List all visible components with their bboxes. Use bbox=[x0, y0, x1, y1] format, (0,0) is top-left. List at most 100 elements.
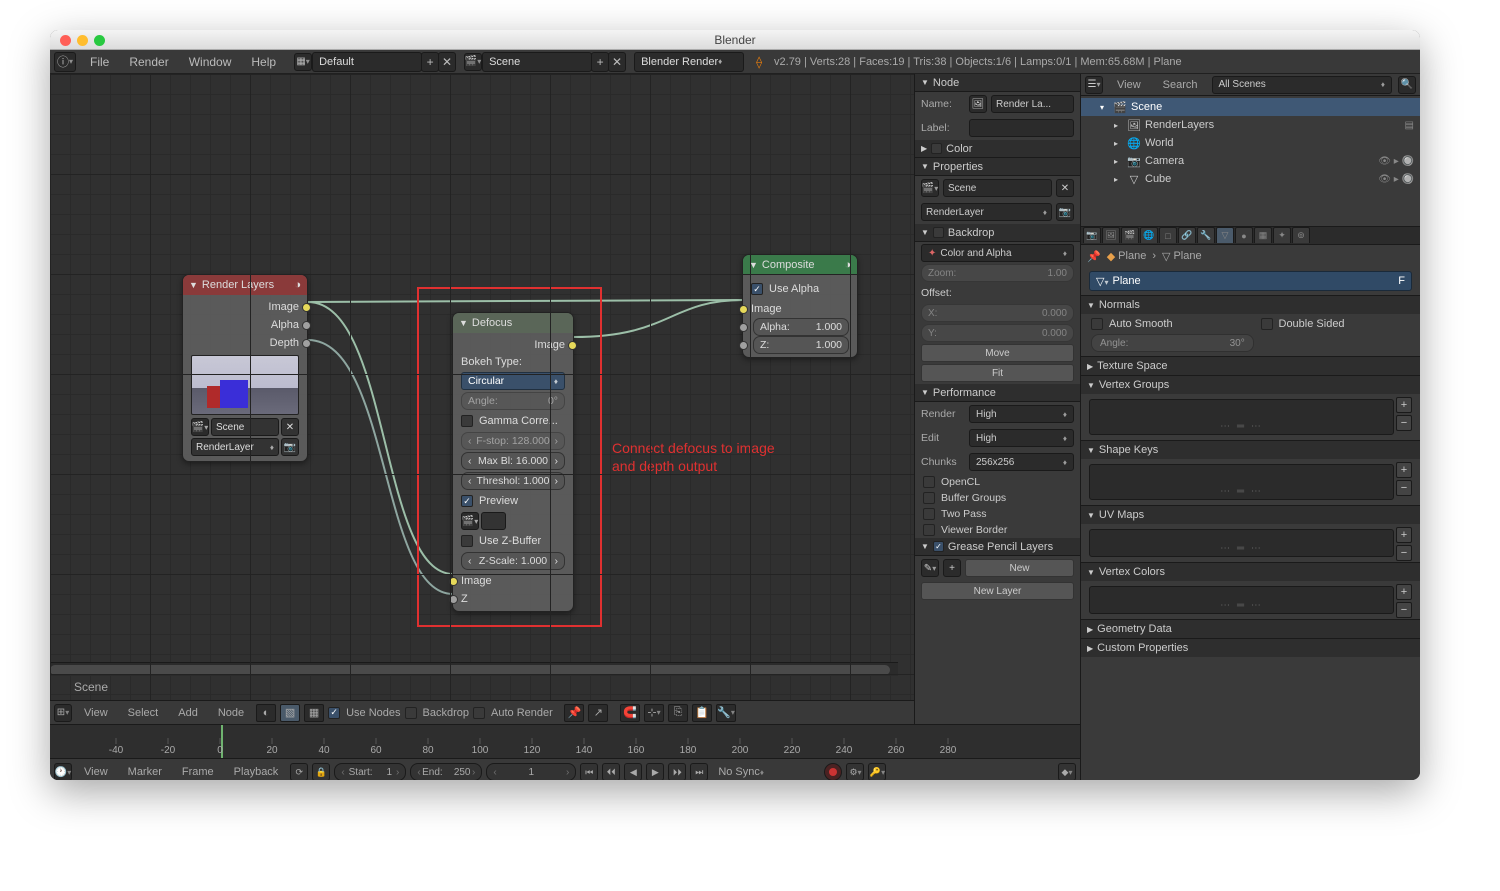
section-custom-properties[interactable]: ▶Custom Properties bbox=[1081, 639, 1420, 657]
section-geometry-data[interactable]: ▶Geometry Data bbox=[1081, 620, 1420, 638]
buffer-groups-checkbox[interactable]: Buffer Groups bbox=[915, 490, 1080, 506]
section-header[interactable]: Grease Pencil Layers bbox=[948, 541, 1053, 553]
socket-in-image[interactable]: Image bbox=[461, 572, 565, 590]
socket-out-image[interactable]: Image bbox=[461, 336, 565, 354]
remove-button[interactable]: − bbox=[1396, 415, 1412, 431]
tree-type-compositor-icon[interactable]: ▧ bbox=[280, 704, 300, 722]
tab-particles[interactable]: ✦ bbox=[1273, 227, 1291, 243]
tab-render-layers[interactable]: 🖼 bbox=[1102, 227, 1120, 243]
go-parent-icon[interactable]: ↗ bbox=[588, 704, 608, 722]
preview-checkbox[interactable]: ✓Preview bbox=[461, 492, 565, 510]
remove-button[interactable]: − bbox=[1396, 545, 1412, 561]
scene-browse-icon[interactable]: 🎬▾ bbox=[921, 179, 939, 197]
layout-icon[interactable]: ▦▾ bbox=[294, 53, 312, 71]
outliner-item[interactable]: ▸▽Cube👁 ▸ 🔘 bbox=[1081, 170, 1420, 188]
tab-material[interactable]: ● bbox=[1235, 227, 1253, 243]
layout-remove-button[interactable]: ✕ bbox=[438, 52, 456, 72]
name-input[interactable]: Render La... bbox=[991, 95, 1074, 113]
menu-node[interactable]: Node bbox=[210, 707, 252, 719]
tab-texture[interactable]: ▦ bbox=[1254, 227, 1272, 243]
lock-icon[interactable]: 🔒 bbox=[312, 763, 330, 780]
move-button[interactable]: Move bbox=[921, 344, 1074, 362]
section-uv-maps[interactable]: ▼UV Maps bbox=[1081, 506, 1420, 524]
layout-add-button[interactable]: + bbox=[421, 52, 439, 72]
menu-view[interactable]: View bbox=[1109, 79, 1149, 91]
keyframe-next-icon[interactable]: ⏵⏵ bbox=[668, 763, 686, 780]
fit-button[interactable]: Fit bbox=[921, 364, 1074, 382]
node-composite[interactable]: ▼Composite◑ ✓Use Alpha Image Alpha:1.000… bbox=[742, 254, 858, 358]
menu-help[interactable]: Help bbox=[241, 55, 286, 69]
maxblur-field[interactable]: ‹Max Bl: 16.000› bbox=[461, 452, 565, 470]
add-button[interactable]: + bbox=[1396, 462, 1412, 478]
label-input[interactable] bbox=[969, 119, 1074, 137]
layer-input[interactable]: RenderLayer♦ bbox=[921, 203, 1052, 221]
remove-button[interactable]: − bbox=[1396, 602, 1412, 618]
add-button[interactable]: + bbox=[1396, 527, 1412, 543]
timeline-ruler[interactable]: -40-200204060801001201401601802002202402… bbox=[50, 725, 1080, 759]
uv-maps-list[interactable]: ⋯ ═ ⋯ bbox=[1089, 529, 1394, 557]
outliner-item[interactable]: ▸🖼RenderLayers▤ bbox=[1081, 116, 1420, 134]
scene-browse-icon[interactable]: 🎬▾ bbox=[191, 418, 209, 436]
minimize-icon[interactable] bbox=[77, 35, 88, 46]
node-preview-toggle-icon[interactable]: ◑ bbox=[844, 259, 851, 271]
socket-out-image[interactable]: Image bbox=[191, 298, 299, 316]
menu-view[interactable]: View bbox=[76, 766, 116, 778]
zscale-field[interactable]: ‹Z-Scale: 1.000› bbox=[461, 552, 565, 570]
start-frame-field[interactable]: ‹Start: 1› bbox=[334, 763, 406, 780]
new-layer-button[interactable]: New Layer bbox=[921, 582, 1074, 600]
editor-type-icon[interactable]: ⊞▾ bbox=[54, 704, 72, 722]
chunks-dropdown[interactable]: 256x256♦ bbox=[969, 453, 1074, 471]
engine-dropdown[interactable]: Blender Render♦ bbox=[634, 52, 744, 72]
zbuffer-checkbox[interactable]: Use Z-Buffer bbox=[461, 532, 565, 550]
display-mode-dropdown[interactable]: All Scenes♦ bbox=[1212, 76, 1392, 94]
datablock-name[interactable]: ▽▾Plane F bbox=[1089, 271, 1412, 291]
vertex-groups-list[interactable]: ⋯ ═ ⋯ bbox=[1089, 399, 1394, 435]
sync-mode-dropdown[interactable]: No Sync♦ bbox=[718, 766, 808, 778]
jump-start-icon[interactable]: ⏮ bbox=[580, 763, 598, 780]
section-header[interactable]: Color bbox=[946, 143, 972, 155]
gamma-correct-checkbox[interactable]: Gamma Corre... bbox=[461, 412, 565, 430]
blender-icon[interactable]: ⓘ▾ bbox=[54, 52, 76, 72]
remove-icon[interactable]: ✕ bbox=[1056, 179, 1074, 197]
menu-select[interactable]: Select bbox=[120, 707, 167, 719]
fstop-field[interactable]: ‹F-stop: 128.000› bbox=[461, 432, 565, 450]
tab-scene[interactable]: 🎬 bbox=[1121, 227, 1139, 243]
tab-world[interactable]: 🌐 bbox=[1140, 227, 1158, 243]
offset-y-field[interactable]: Y:0.000 bbox=[921, 324, 1074, 342]
record-button[interactable] bbox=[824, 763, 842, 780]
socket-out-depth[interactable]: Depth bbox=[191, 334, 299, 352]
edit-quality-dropdown[interactable]: High♦ bbox=[969, 429, 1074, 447]
scene-remove-button[interactable]: ✕ bbox=[608, 52, 626, 72]
use-nodes-checkbox[interactable]: ✓Use Nodes bbox=[328, 704, 400, 722]
tab-modifiers[interactable]: 🔧 bbox=[1197, 227, 1215, 243]
opencl-checkbox[interactable]: OpenCL bbox=[915, 474, 1080, 490]
section-vertex-colors[interactable]: ▼Vertex Colors bbox=[1081, 563, 1420, 581]
menu-render[interactable]: Render bbox=[119, 55, 178, 69]
tab-object[interactable]: □ bbox=[1159, 227, 1177, 243]
scene-add-button[interactable]: + bbox=[591, 52, 609, 72]
section-texture-space[interactable]: ▶Texture Space bbox=[1081, 357, 1420, 375]
scene-dropdown[interactable]: Scene bbox=[482, 52, 592, 72]
horizontal-scrollbar[interactable] bbox=[50, 662, 898, 676]
section-shape-keys[interactable]: ▼Shape Keys bbox=[1081, 441, 1420, 459]
copy-icon[interactable]: ⎘ bbox=[668, 704, 688, 722]
tree-type-shader-icon[interactable]: ◐ bbox=[256, 704, 276, 722]
threshold-field[interactable]: ‹Threshol: 1.000› bbox=[461, 472, 565, 490]
section-vertex-groups[interactable]: ▼Vertex Groups bbox=[1081, 376, 1420, 394]
current-frame-field[interactable]: ‹1› bbox=[486, 763, 576, 780]
gp-add-icon[interactable]: + bbox=[943, 559, 961, 577]
use-alpha-checkbox[interactable]: ✓Use Alpha bbox=[751, 280, 849, 298]
vertex-colors-list[interactable]: ⋯ ═ ⋯ bbox=[1089, 586, 1394, 614]
tab-render[interactable]: 📷 bbox=[1083, 227, 1101, 243]
pin-icon[interactable]: 📌 bbox=[1087, 250, 1101, 263]
offset-x-field[interactable]: X:0.000 bbox=[921, 304, 1074, 322]
tab-physics[interactable]: ⊚ bbox=[1292, 227, 1310, 243]
node-defocus[interactable]: ▼Defocus Image Bokeh Type: Circular♦ Ang… bbox=[452, 312, 574, 612]
socket-in-z[interactable]: Z:1.000 bbox=[751, 336, 849, 354]
menu-search[interactable]: Search bbox=[1155, 79, 1206, 91]
play-reverse-icon[interactable]: ◀ bbox=[624, 763, 642, 780]
keyframe-type-icon[interactable]: ◆▾ bbox=[1058, 763, 1076, 780]
add-button[interactable]: + bbox=[1396, 584, 1412, 600]
backdrop-mode-dropdown[interactable]: ✦Color and Alpha♦ bbox=[921, 244, 1074, 262]
tab-constraints[interactable]: 🔗 bbox=[1178, 227, 1196, 243]
